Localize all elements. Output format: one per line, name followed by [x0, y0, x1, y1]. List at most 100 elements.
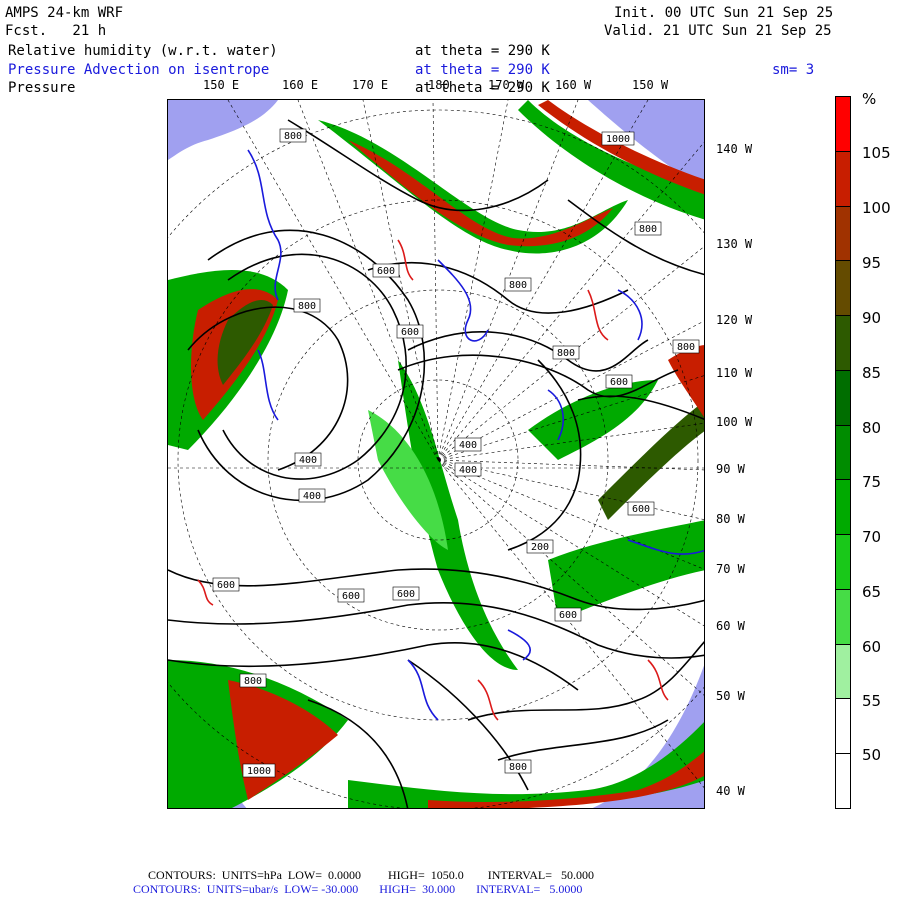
- pressure-label: 200: [526, 539, 554, 554]
- negative-advection-contour: [617, 289, 643, 341]
- colorbar-label: 60: [862, 638, 882, 656]
- rh-band: [668, 345, 704, 417]
- svg-text:400: 400: [303, 491, 321, 502]
- pressure-label: 1000: [242, 763, 276, 778]
- svg-text:600: 600: [397, 589, 415, 600]
- svg-text:600: 600: [632, 504, 650, 515]
- meridian: [362, 100, 439, 461]
- colorbar-label: 85: [862, 364, 882, 382]
- colorbar-label: 70: [862, 528, 882, 546]
- pressure-label: 800: [504, 277, 532, 292]
- pressure-label: 400: [298, 488, 326, 503]
- lon-label-top: 150 W: [632, 78, 669, 92]
- pressure-label: 800: [293, 298, 321, 313]
- pressure-contour: [507, 359, 582, 551]
- colorbar-label: 75: [862, 473, 882, 491]
- map-panel: 800 1000 800 600 800 800 600 800 600 800…: [167, 99, 705, 809]
- lon-label-top: 170 W: [488, 78, 525, 92]
- lon-label-top: 180: [428, 78, 450, 92]
- colorbar-label: 65: [862, 583, 882, 601]
- pressure-label: 600: [605, 374, 633, 389]
- svg-text:1000: 1000: [247, 766, 271, 777]
- colorbar-swatch: [835, 479, 851, 536]
- forecast-hour: Fcst. 21 h: [5, 23, 107, 39]
- lon-label-right: 140 W: [716, 142, 753, 156]
- pressure-label: 600: [372, 263, 400, 278]
- footer-contours-pressure: CONTOURS: UNITS=hPa LOW= 0.0000 HIGH= 10…: [148, 868, 594, 882]
- colorbar-swatch: [835, 96, 851, 152]
- svg-text:200: 200: [531, 542, 549, 553]
- colorbar-label: 100: [862, 199, 891, 217]
- colorbar-swatch: [835, 534, 851, 590]
- colorbar-label: 95: [862, 254, 882, 272]
- negative-advection-contour: [407, 659, 439, 721]
- colorbar-swatch: [835, 643, 851, 700]
- colorbar-unit: %: [862, 90, 877, 108]
- meridian: [437, 100, 509, 461]
- colorbar-swatch: [835, 588, 851, 645]
- lon-label-top: 160 W: [555, 78, 592, 92]
- svg-text:400: 400: [299, 455, 317, 466]
- lon-label-right: 40 W: [716, 784, 745, 798]
- pressure-label: 600: [396, 324, 424, 339]
- colorbar-swatch: [835, 369, 851, 426]
- lon-label-top: 150 E: [203, 78, 240, 92]
- pressure-label: 800: [239, 673, 267, 688]
- model-title: AMPS 24-km WRF: [5, 5, 124, 21]
- pressure-contour: [407, 331, 649, 372]
- positive-advection-contour: [587, 289, 609, 341]
- colorbar-label: 90: [862, 309, 882, 327]
- colorbar-swatch: [835, 315, 851, 371]
- svg-text:400: 400: [459, 465, 477, 476]
- pressure-label: 800: [279, 128, 307, 143]
- pressure-label: 1000: [601, 131, 635, 146]
- footer-contours-advection: CONTOURS: UNITS=ubar/s LOW= -30.000 HIGH…: [133, 882, 583, 896]
- lon-label-right: 110 W: [716, 366, 753, 380]
- lon-label-top: 170 E: [352, 78, 389, 92]
- field-level-rh: at theta = 290 K: [415, 43, 550, 59]
- lon-label-right: 90 W: [716, 462, 745, 476]
- lon-label-right: 80 W: [716, 512, 745, 526]
- meridian: [432, 100, 439, 461]
- svg-text:800: 800: [509, 280, 527, 291]
- colorbar-label: 80: [862, 419, 882, 437]
- lon-label-right: 100 W: [716, 415, 753, 429]
- svg-text:800: 800: [557, 348, 575, 359]
- pressure-contour: [168, 601, 704, 659]
- svg-text:600: 600: [377, 266, 395, 277]
- field-label-pressure: Pressure: [8, 80, 76, 96]
- svg-text:600: 600: [217, 580, 235, 591]
- colorbar-label: 105: [862, 144, 891, 162]
- colorbar-label: 55: [862, 692, 882, 710]
- pressure-label: 800: [672, 339, 700, 354]
- pressure-label: 600: [212, 577, 240, 592]
- colorbar-swatch: [835, 698, 851, 755]
- valid-time: Valid. 21 UTC Sun 21 Sep 25: [604, 23, 832, 39]
- svg-text:1000: 1000: [606, 134, 630, 145]
- svg-text:600: 600: [559, 610, 577, 621]
- svg-text:600: 600: [401, 327, 419, 338]
- svg-text:800: 800: [509, 762, 527, 773]
- pressure-contour: [497, 719, 669, 761]
- colorbar-swatch: [835, 260, 851, 317]
- pressure-label: 800: [552, 345, 580, 360]
- lon-label-right: 130 W: [716, 237, 753, 251]
- lon-label-right: 70 W: [716, 562, 745, 576]
- pressure-contour: [397, 354, 679, 398]
- svg-text:800: 800: [244, 676, 262, 687]
- positive-advection-contour: [397, 239, 414, 281]
- colorbar-label: 50: [862, 746, 882, 764]
- colorbar-swatch: [835, 150, 851, 207]
- field-label-rh: Relative humidity (w.r.t. water): [8, 43, 278, 59]
- lon-label-right: 120 W: [716, 313, 753, 327]
- pressure-label: 800: [504, 759, 532, 774]
- lon-label-top: 160 E: [282, 78, 319, 92]
- svg-text:800: 800: [677, 342, 695, 353]
- negative-advection-contour: [257, 349, 279, 421]
- svg-text:400: 400: [459, 440, 477, 451]
- field-level-advection: at theta = 290 K: [415, 62, 550, 78]
- lon-label-right: 50 W: [716, 689, 745, 703]
- colorbar-swatch: [835, 205, 851, 262]
- svg-text:800: 800: [298, 301, 316, 312]
- pressure-label: 600: [392, 586, 420, 601]
